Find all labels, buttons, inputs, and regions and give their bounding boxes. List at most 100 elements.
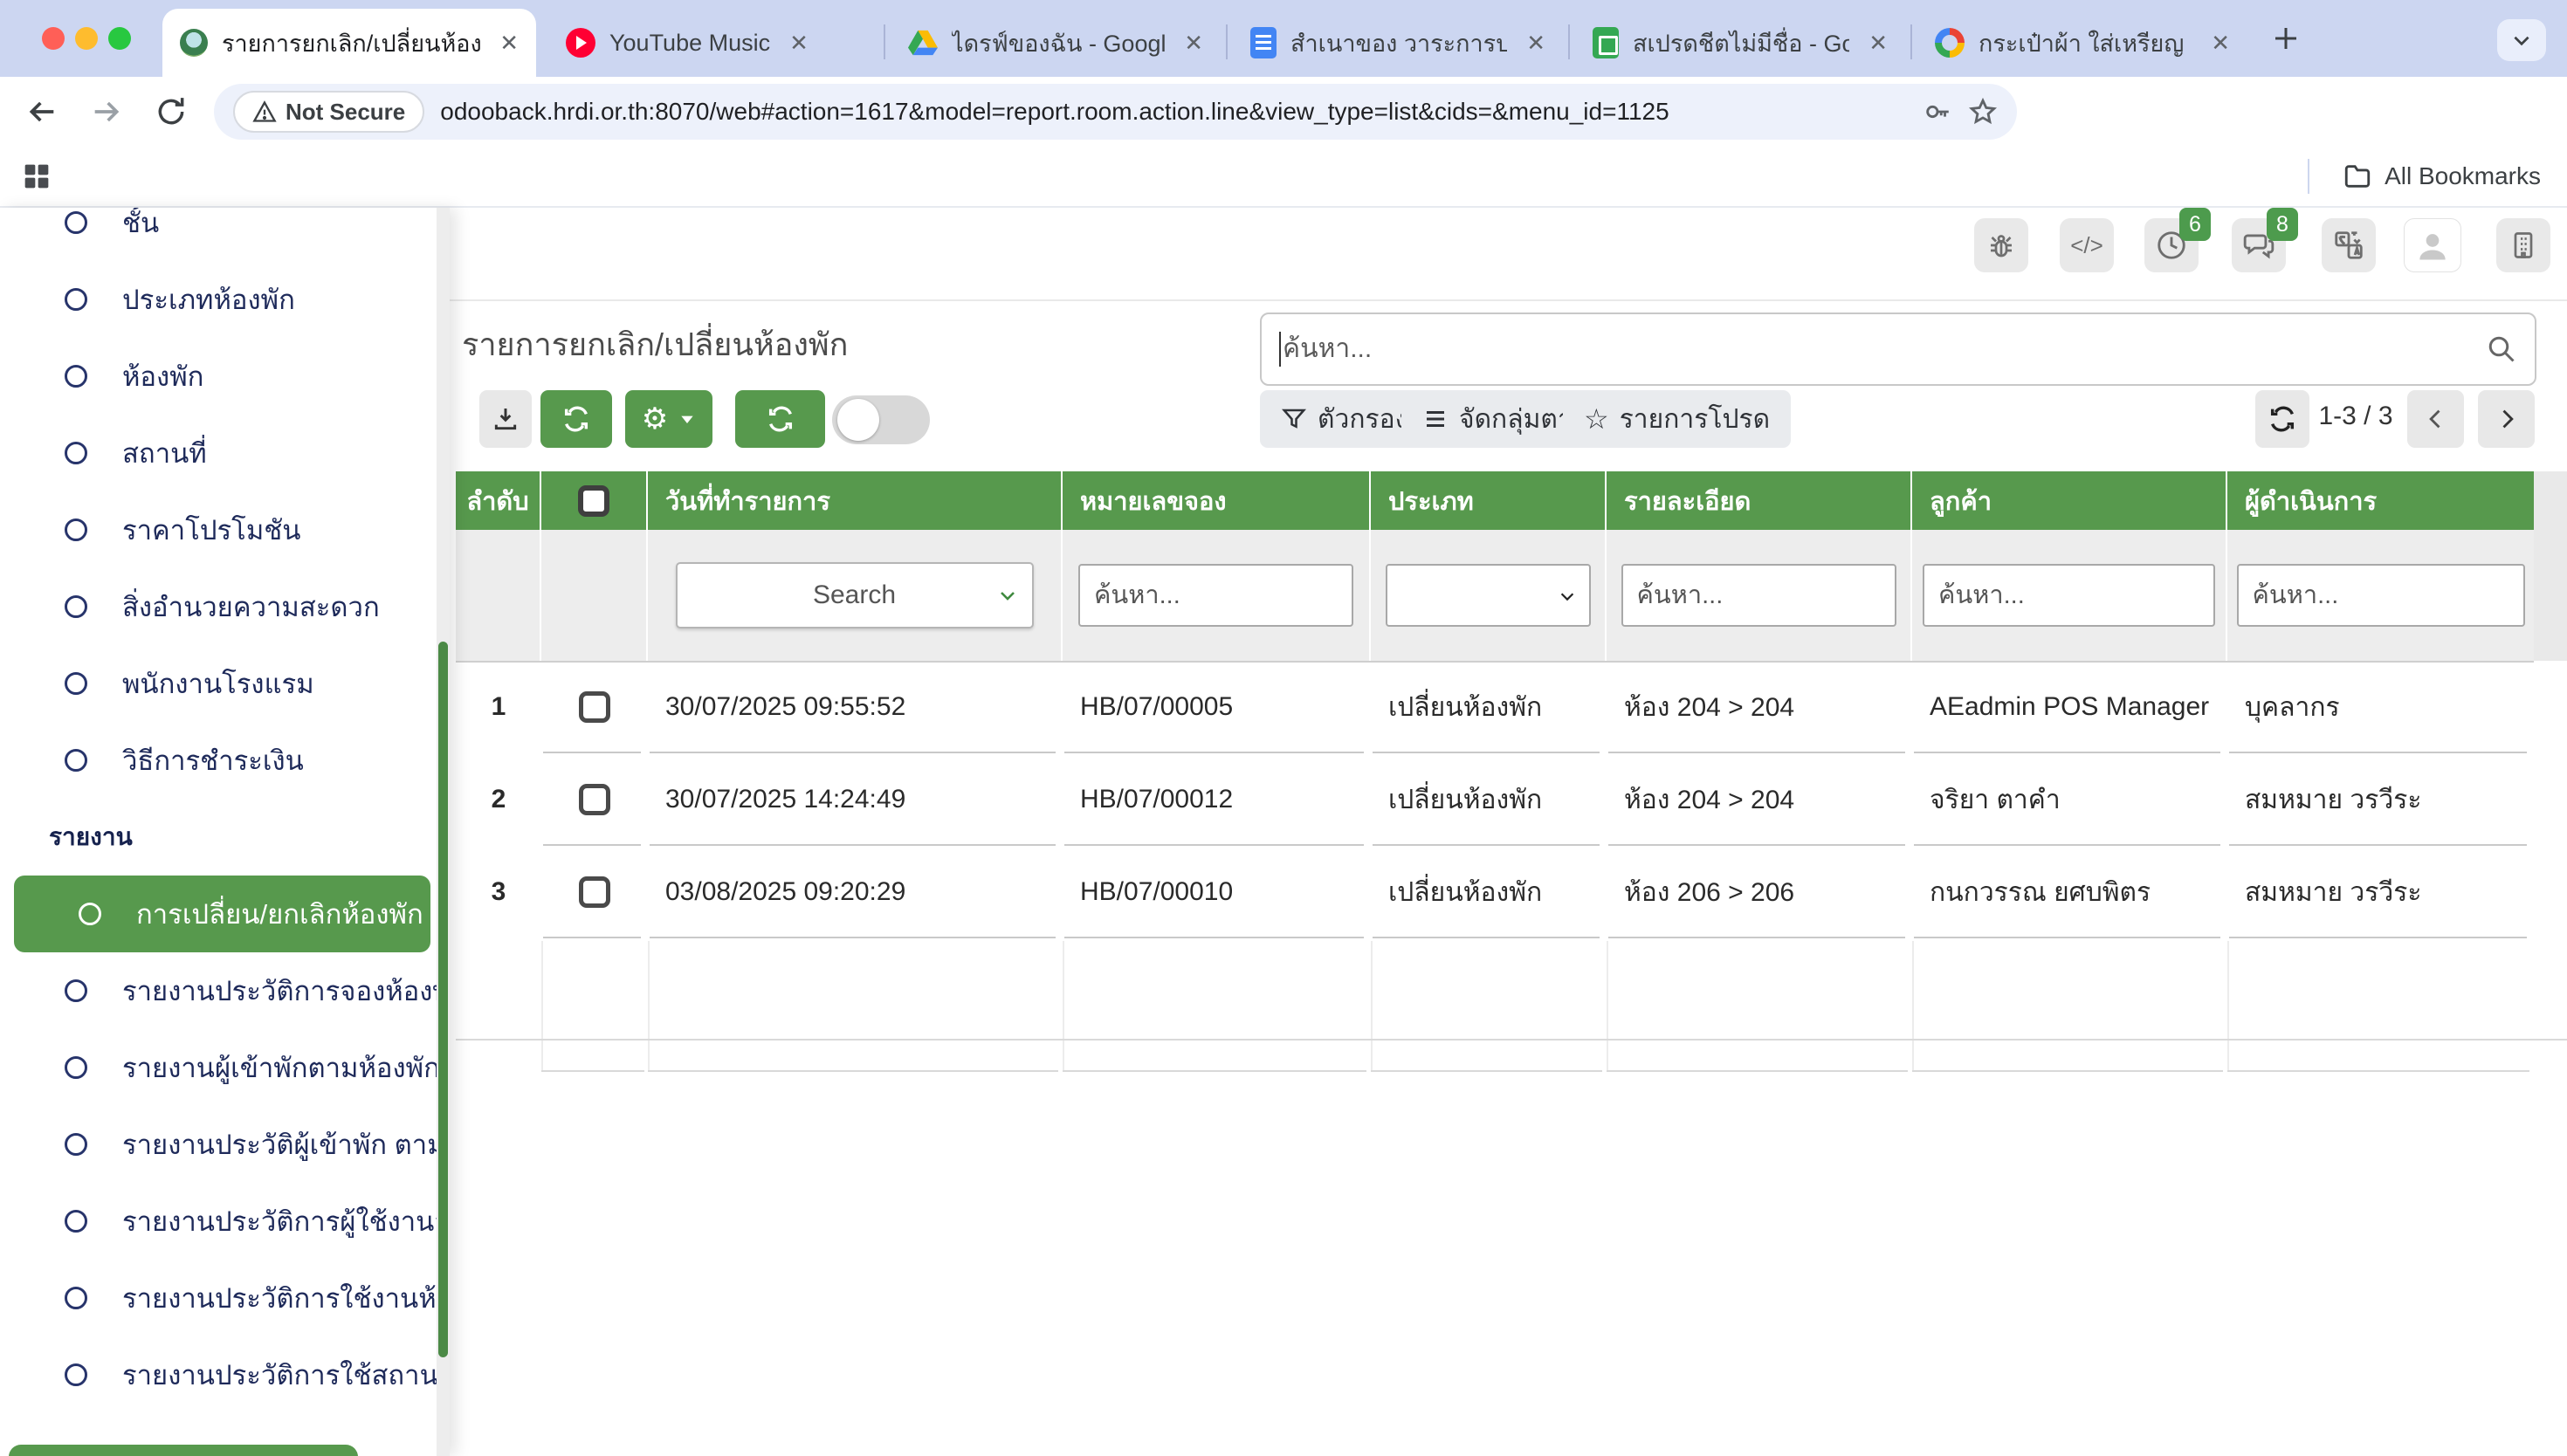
forward-button[interactable]	[82, 87, 131, 136]
tab-room-cancel-list[interactable]: รายการยกเลิก/เปลี่ยนห้องพั ✕	[162, 9, 536, 77]
macos-close-button[interactable]	[42, 27, 65, 50]
refresh-button-2[interactable]	[735, 390, 825, 448]
debug-bug-button[interactable]	[1974, 218, 2028, 272]
row-checkbox[interactable]	[579, 876, 610, 908]
table-header-row: ลำดับ วันที่ทำรายการ หมายเลขจอง ประเภท ร…	[456, 471, 2534, 530]
all-bookmarks-button[interactable]: All Bookmarks	[2308, 159, 2541, 194]
operator-filter-input[interactable]	[2237, 564, 2525, 627]
reload-button[interactable]	[147, 87, 196, 136]
close-icon[interactable]: ✕	[789, 30, 809, 57]
user-menu-button[interactable]	[2404, 218, 2461, 272]
activities-button[interactable]: 6	[2144, 218, 2199, 272]
odoo-header: </> 6 8	[450, 208, 2567, 301]
row-checkbox[interactable]	[579, 784, 610, 815]
filter-checkbox-cell	[541, 530, 648, 661]
sidebar-scrollbar-thumb[interactable]	[438, 642, 448, 1357]
macos-zoom-button[interactable]	[108, 27, 131, 50]
close-icon[interactable]: ✕	[2211, 30, 2230, 57]
table-row[interactable]: 1 30/07/2025 09:55:52 HB/07/00005 เปลี่ย…	[456, 661, 2534, 753]
password-key-icon[interactable]	[1923, 97, 1952, 127]
export-download-button[interactable]	[479, 390, 532, 448]
sidebar-item-room-usage-history-report[interactable]: รายงานประวัติการใช้งานห้อง	[0, 1260, 450, 1336]
previous-page-button[interactable]	[2407, 390, 2464, 448]
address-bar[interactable]: Not Secure odooback.hrdi.or.th:8070/web#…	[214, 84, 2017, 140]
security-label: Not Secure	[286, 99, 405, 126]
sidebar-item-guests-by-room-report[interactable]: รายงานผู้เข้าพักตามห้องพัก	[0, 1029, 450, 1106]
settings-dropdown-button[interactable]: ⚙	[625, 390, 712, 448]
table-row[interactable]: 2 30/07/2025 14:24:49 HB/07/00012 เปลี่ย…	[456, 753, 2534, 846]
bullet-circle-icon	[65, 672, 87, 695]
sidebar-item-guest-history-report[interactable]: รายงานประวัติผู้เข้าพัก ตามป	[0, 1106, 450, 1183]
sidebar-item-location[interactable]: สถานที่	[0, 415, 450, 491]
date-filter-dropdown[interactable]: Search	[676, 562, 1034, 628]
detail-filter-input[interactable]	[1621, 564, 1896, 627]
url-text[interactable]: odooback.hrdi.or.th:8070/web#action=1617…	[440, 98, 1907, 126]
header-select-all[interactable]	[541, 471, 648, 530]
favorites-button[interactable]: ☆ รายการโปรด	[1563, 390, 1791, 448]
tab-separator	[1568, 24, 1570, 59]
sidebar-item-promotion-price[interactable]: ราคาโปรโมชัน	[0, 491, 450, 568]
company-button[interactable]	[2496, 218, 2550, 272]
sidebar-item-floor[interactable]: ชั้น	[0, 208, 450, 261]
header-date[interactable]: วันที่ทำรายการ	[648, 471, 1063, 530]
sidebar-item-partial[interactable]	[9, 1445, 358, 1456]
sidebar-item-booking-history-report[interactable]: รายงานประวัติการจองห้องพัก	[0, 952, 450, 1029]
sidebar-item-payment-method[interactable]: วิธีการชำระเงิน	[0, 722, 450, 799]
header-booking-no[interactable]: หมายเลขจอง	[1063, 471, 1371, 530]
row-number: 1	[456, 661, 541, 753]
close-icon[interactable]: ✕	[1526, 30, 1545, 57]
header-customer[interactable]: ลูกค้า	[1912, 471, 2227, 530]
all-bookmarks-label: All Bookmarks	[2385, 162, 2541, 190]
tab-google-sheets[interactable]: สเปรดชีตไม่มีชื่อ - Google ✕	[1575, 9, 1905, 77]
sidebar-item-amenities[interactable]: สิ่งอำนวยความสะดวก	[0, 568, 450, 645]
view-toggle-switch[interactable]	[832, 395, 930, 444]
close-icon[interactable]: ✕	[1184, 30, 1203, 57]
sidebar-scrollbar[interactable]	[437, 208, 450, 1456]
back-button[interactable]	[17, 87, 66, 136]
global-search-box[interactable]	[1260, 312, 2536, 386]
header-detail[interactable]: รายละเอียด	[1607, 471, 1912, 530]
translate-button[interactable]	[2322, 218, 2376, 272]
new-tab-button[interactable]	[2270, 23, 2302, 54]
customer-filter-input[interactable]	[1923, 564, 2215, 627]
empty-row-border	[1912, 1070, 2223, 1072]
messages-button[interactable]: 8	[2232, 218, 2286, 272]
search-input[interactable]	[1283, 334, 2486, 364]
select-all-checkbox[interactable]	[578, 485, 609, 517]
type-filter-select[interactable]	[1386, 564, 1591, 627]
filter-order-cell	[456, 530, 541, 661]
row-select-cell	[541, 661, 648, 753]
bookmark-star-icon[interactable]	[1968, 97, 1998, 127]
table-row[interactable]: 3 03/08/2025 09:20:29 HB/07/00010 เปลี่ย…	[456, 846, 2534, 938]
filter-customer-cell	[1912, 530, 2227, 661]
row-checkbox[interactable]	[579, 691, 610, 723]
tab-youtube-music[interactable]: YouTube Music ✕	[548, 9, 878, 77]
apps-grid-icon[interactable]	[19, 159, 54, 194]
gear-icon: ⚙	[642, 402, 668, 436]
tab-google-search[interactable]: กระเป๋าผ้า ใส่เหรียญ - ค้นห ✕	[1917, 9, 2247, 77]
sidebar-item-room-type[interactable]: ประเภทห้องพัก	[0, 261, 450, 338]
header-order[interactable]: ลำดับ	[456, 471, 541, 530]
next-page-button[interactable]	[2478, 390, 2535, 448]
header-operator[interactable]: ผู้ดำเนินการ	[2227, 471, 2534, 530]
close-icon[interactable]: ✕	[499, 30, 519, 57]
sidebar-item-location-usage-history-report[interactable]: รายงานประวัติการใช้สถานที่	[0, 1336, 450, 1413]
sidebar-item-user-location-history-report[interactable]: รายงานประวัติการผู้ใช้งานสถ	[0, 1183, 450, 1260]
refresh-icon	[766, 404, 795, 434]
pager-refresh-button[interactable]	[2255, 390, 2309, 448]
sidebar-item-room-change-cancel[interactable]: การเปลี่ยน/ยกเลิกห้องพัก	[14, 876, 430, 952]
developer-code-button[interactable]: </>	[2060, 218, 2114, 272]
sidebar-item-hotel-staff[interactable]: พนักงานโรงแรม	[0, 645, 450, 722]
site-security-chip[interactable]: Not Secure	[233, 91, 424, 133]
row-type: เปลี่ยนห้องพัก	[1371, 846, 1607, 938]
tab-search-menu-button[interactable]	[2497, 19, 2546, 61]
sidebar-item-room[interactable]: ห้องพัก	[0, 338, 450, 415]
filter-row-divider	[456, 661, 2534, 663]
macos-minimize-button[interactable]	[75, 27, 98, 50]
booking-filter-input[interactable]	[1078, 564, 1353, 627]
tab-google-drive[interactable]: ไดรฟ์ของฉัน - Google ไดร ✕	[891, 9, 1221, 77]
close-icon[interactable]: ✕	[1868, 30, 1888, 57]
tab-google-docs[interactable]: สำเนาของ วาระการประชุม_ ✕	[1233, 9, 1563, 77]
header-type[interactable]: ประเภท	[1371, 471, 1607, 530]
refresh-button-1[interactable]	[540, 390, 612, 448]
